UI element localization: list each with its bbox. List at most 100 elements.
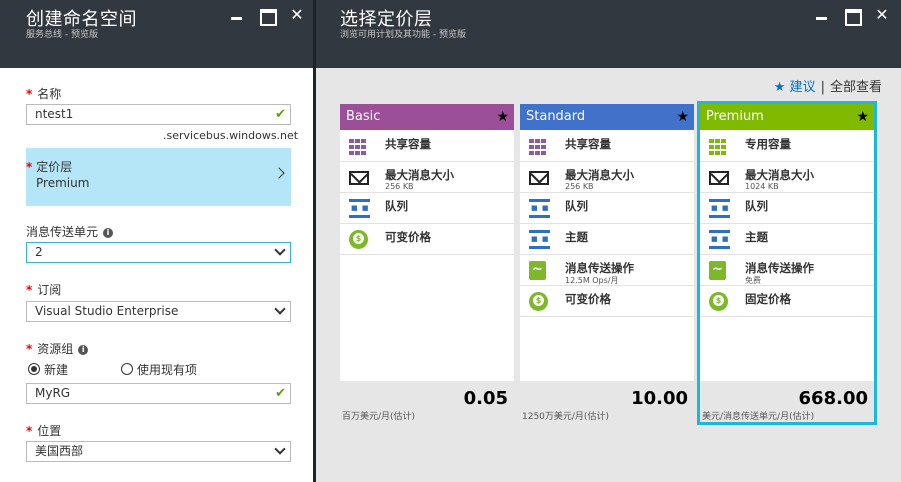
rg-new-radio[interactable]: 新建 — [28, 361, 68, 378]
feature-detail: 12.5M Ops/月 — [565, 276, 619, 285]
mail-icon — [529, 171, 549, 185]
minimize-icon[interactable] — [228, 6, 246, 24]
feature-row: 队列 — [520, 194, 694, 224]
radio-unselected-icon — [121, 363, 133, 375]
feature-label: 专用容量 — [745, 137, 791, 151]
feature-row: 消息传送操作免费 — [700, 256, 874, 286]
view-all-link[interactable]: 全部查看 — [830, 80, 882, 95]
feature-label: 最大消息大小 — [745, 168, 814, 182]
maximize-icon[interactable] — [843, 6, 862, 26]
tier-value: Premium — [36, 176, 90, 190]
tier-price-unit: 百万美元/月(估计) — [342, 412, 416, 422]
tier-card-basic[interactable]: Basic ★ 共享容量最大消息大小256 KB 队列可变价格 0.05 百万美元/月(估… — [340, 104, 514, 422]
star-icon[interactable]: ★ — [496, 104, 509, 130]
grid-icon — [709, 137, 730, 156]
resource-group-input[interactable]: MyRG ✔ — [26, 383, 291, 404]
feature-label: 共享容量 — [385, 137, 431, 151]
feature-label: 主题 — [565, 230, 588, 244]
units-label: 消息传送单元 i — [26, 223, 114, 240]
resource-group-label: * 资源组 i — [26, 340, 89, 357]
close-icon[interactable]: ✕ — [288, 6, 306, 24]
feature-row: 主题 — [520, 225, 694, 255]
feature-label: 主题 — [745, 230, 768, 244]
queue-icon — [529, 199, 550, 218]
subscription-value: Visual Studio Enterprise — [35, 304, 179, 318]
feature-label: 消息传送操作 — [745, 261, 814, 275]
units-select[interactable]: 2 — [26, 242, 291, 263]
pulse-icon — [529, 261, 546, 280]
minimize-icon[interactable] — [813, 6, 831, 24]
feature-detail: 256 KB — [565, 182, 594, 191]
queue-icon — [709, 199, 730, 218]
feature-row: 消息传送操作12.5M Ops/月 — [520, 256, 694, 286]
feature-label: 可变价格 — [565, 292, 611, 306]
feature-row: 最大消息大小 256 KB — [520, 163, 694, 193]
rg-existing-radio[interactable]: 使用现有项 — [121, 361, 197, 378]
tier-label: * 定价层 — [26, 160, 73, 174]
feature-row: 最大消息大小 1024 KB — [700, 163, 874, 193]
radio-selected-icon — [28, 363, 40, 375]
filter-links: ★ 建议 | 全部查看 — [774, 76, 882, 95]
pulse-icon — [709, 261, 726, 280]
separator: | — [820, 80, 825, 95]
queue-icon — [349, 199, 370, 218]
close-icon[interactable]: ✕ — [873, 6, 891, 24]
tier-price-unit: 1250万美元/月(估计) — [522, 412, 609, 422]
star-icon[interactable]: ★ — [676, 104, 689, 130]
chevron-down-icon — [274, 244, 286, 256]
location-select[interactable]: 美国西部 — [26, 441, 291, 462]
feature-label: 消息传送操作 — [565, 261, 634, 275]
rg-value: MyRG — [35, 386, 71, 400]
chevron-down-icon — [274, 443, 286, 455]
feature-row: 专用容量 — [700, 132, 874, 162]
feature-label: 可变价格 — [385, 230, 431, 244]
tier-card-footer: 0.05 百万美元/月(估计) — [340, 381, 514, 422]
coin-icon — [709, 292, 728, 311]
tier-price: 0.05 — [463, 388, 508, 409]
pricing-tier-selector[interactable]: * 定价层 Premium — [26, 148, 291, 206]
feature-row: 最大消息大小 256 KB — [340, 163, 514, 193]
tier-card-footer: 10.00 1250万美元/月(估计) — [520, 381, 694, 422]
tier-card-header: Standard ★ — [520, 104, 694, 130]
pricing-tier-blade: 选择定价层 浏览可用计划及其功能 - 预览版 ✕ ★ 建议 | 全部查看 Basic… — [316, 0, 901, 482]
tier-card-standard[interactable]: Standard ★ 共享容量最大消息大小256 KB 队列主题消息传送操作12.5M… — [520, 104, 694, 422]
coin-icon — [349, 230, 368, 249]
maximize-icon[interactable] — [258, 6, 277, 26]
tier-name: Premium — [706, 109, 764, 124]
tier-price-unit: 美元/消息传送单元/月(估计) — [702, 412, 815, 422]
topic-icon — [709, 230, 730, 249]
feature-row: 队列 — [340, 194, 514, 224]
name-input[interactable]: ntest1 ✔ — [26, 104, 291, 125]
info-icon: i — [78, 345, 89, 355]
tier-card-premium[interactable]: Premium ★ 专用容量最大消息大小1024 KB 队列主题消息传送操作免费固定价… — [697, 101, 877, 425]
info-icon: i — [103, 228, 114, 238]
recommended-link[interactable]: ★ 建议 — [774, 80, 816, 95]
feature-label: 队列 — [745, 199, 768, 213]
feature-label: 队列 — [385, 199, 408, 213]
chevron-down-icon — [274, 303, 286, 315]
chevron-right-icon — [273, 167, 285, 179]
mail-icon — [709, 171, 729, 185]
subscription-label: * 订阅 — [26, 283, 62, 297]
grid-icon — [529, 137, 550, 156]
star-icon[interactable]: ★ — [856, 104, 869, 130]
feature-detail: 256 KB — [385, 182, 414, 191]
coin-icon — [529, 292, 548, 311]
blade-header: 选择定价层 浏览可用计划及其功能 - 预览版 ✕ — [316, 0, 901, 68]
feature-label: 最大消息大小 — [385, 168, 454, 182]
feature-label: 共享容量 — [565, 137, 611, 151]
subscription-select[interactable]: Visual Studio Enterprise — [26, 301, 291, 322]
feature-row: 共享容量 — [520, 132, 694, 162]
feature-row: 队列 — [700, 194, 874, 224]
feature-row: 固定价格 — [700, 287, 874, 317]
grid-icon — [349, 137, 370, 156]
tier-price: 10.00 — [631, 388, 688, 409]
name-suffix: .servicebus.windows.net — [163, 129, 299, 142]
create-namespace-blade: 创建命名空间 服务总线 - 预览版 ✕ * 名称 ntest1 ✔ .servic… — [0, 0, 313, 482]
mail-icon — [349, 171, 369, 185]
location-label: * 位置 — [26, 424, 62, 438]
feature-label: 队列 — [565, 199, 588, 213]
feature-row: 共享容量 — [340, 132, 514, 162]
units-value: 2 — [35, 245, 43, 259]
topic-icon — [529, 230, 550, 249]
